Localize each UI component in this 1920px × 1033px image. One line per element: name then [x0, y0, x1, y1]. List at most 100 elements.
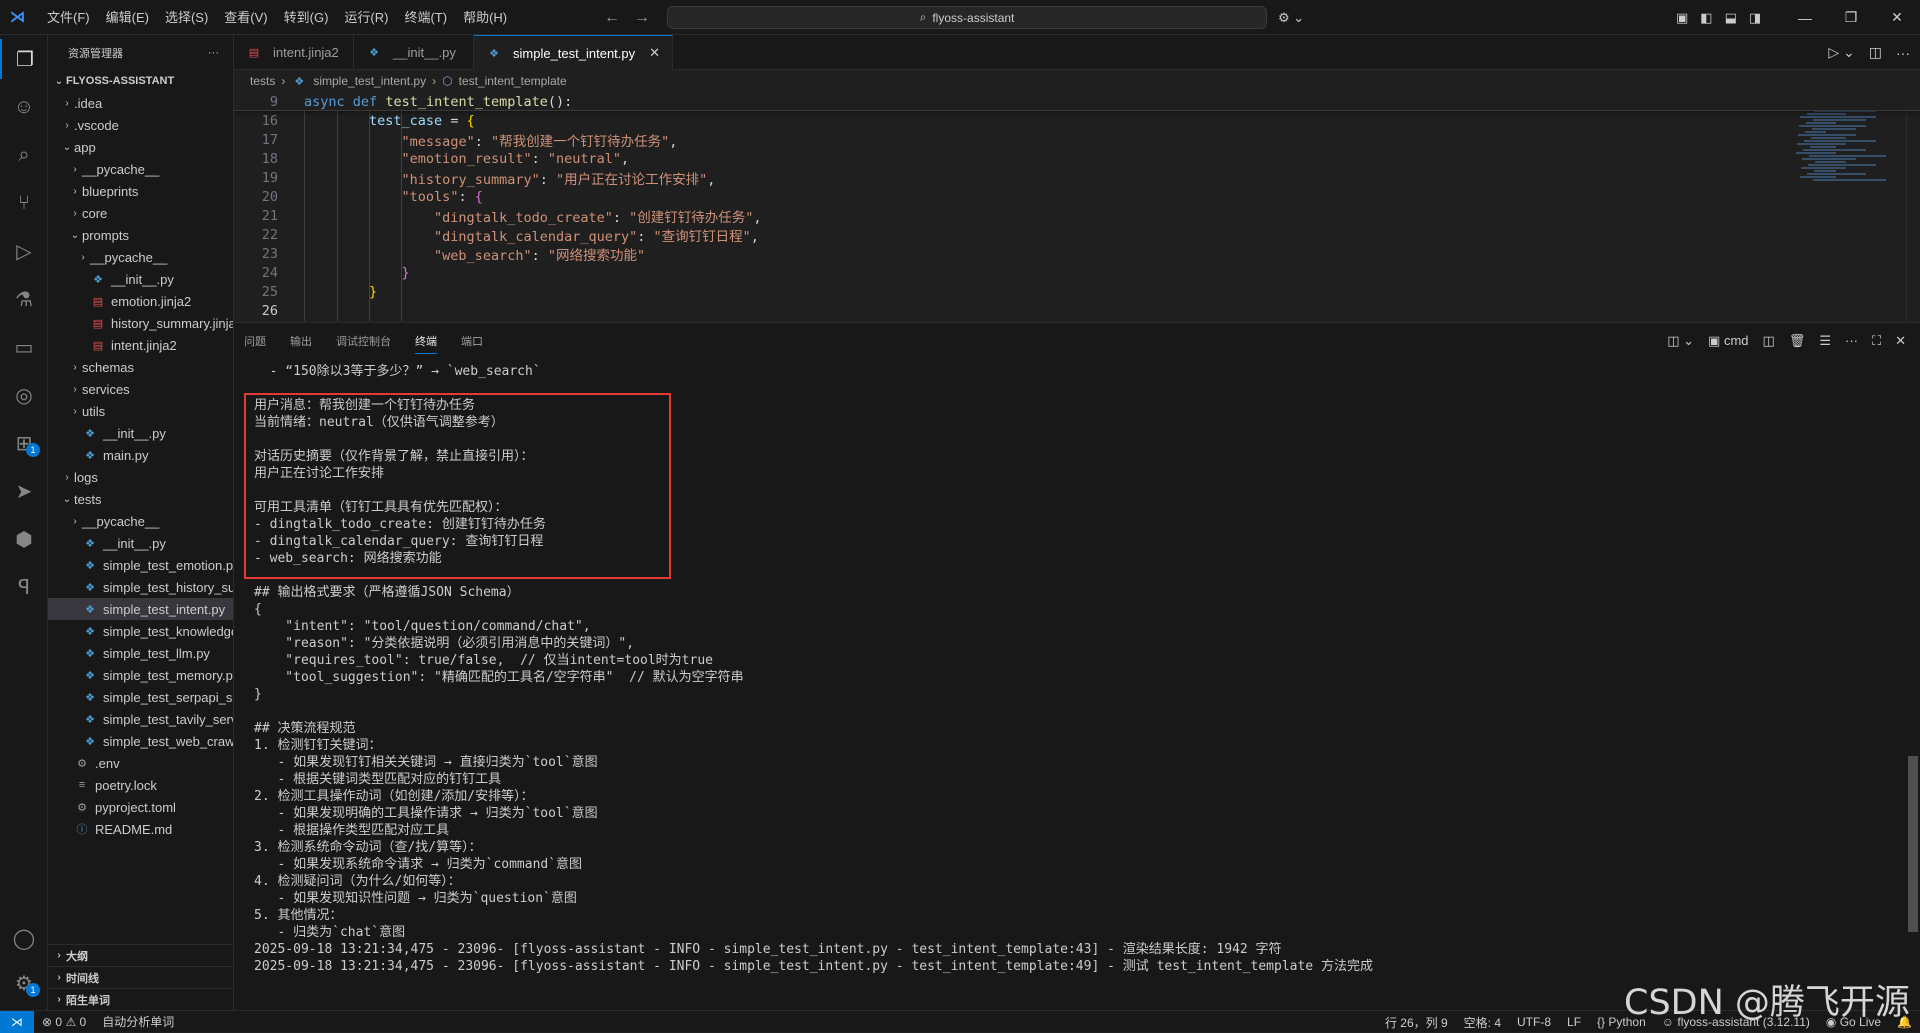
code-line[interactable]: 23 "web_search": "网络搜索功能": [234, 244, 1920, 264]
breadcrumb-item[interactable]: test_intent_template: [459, 74, 567, 88]
source-control-icon[interactable]: ⑂: [0, 183, 48, 223]
panel-tab[interactable]: 问题: [244, 333, 266, 349]
settings-gear-icon[interactable]: ⚙ 1: [0, 963, 48, 1003]
code-line[interactable]: 17 "message": "帮我创建一个钉钉待办任务",: [234, 130, 1920, 150]
folder-item[interactable]: › services: [48, 378, 233, 400]
kill-terminal-icon[interactable]: 🗑: [1789, 333, 1806, 349]
panel-tab[interactable]: 终端: [415, 333, 437, 354]
file-item[interactable]: ❖ simple_test_memory.py: [48, 664, 233, 686]
file-item[interactable]: ❖ simple_test_knowledge...: [48, 620, 233, 642]
auto-analysis-status[interactable]: 自动分析单词: [94, 1013, 182, 1030]
folder-item[interactable]: › .vscode: [48, 114, 233, 136]
sticky-scroll-line[interactable]: 9 async def test_intent_template():: [234, 92, 1920, 111]
toggle-panel-icon[interactable]: ⬓: [1725, 10, 1737, 26]
code-line[interactable]: 19 "history_summary": "用户正在讨论工作安排",: [234, 168, 1920, 188]
file-item[interactable]: ▤ emotion.jinja2: [48, 290, 233, 312]
minimap[interactable]: [1796, 92, 1906, 232]
code-line[interactable]: 20 "tools": {: [234, 187, 1920, 206]
file-item[interactable]: ⚙ .env: [48, 752, 233, 774]
restore-icon[interactable]: ❐: [1828, 0, 1874, 35]
customize-layout-icon[interactable]: ▣: [1676, 10, 1688, 26]
file-item[interactable]: ❖ __init__.py: [48, 268, 233, 290]
python-icon[interactable]: ꟼ: [0, 567, 48, 607]
terminal-list-icon[interactable]: ☰: [1819, 333, 1831, 349]
menu-item[interactable]: 终端(T): [396, 0, 455, 35]
back-arrow-icon[interactable]: ←: [604, 9, 620, 27]
terminal-shell[interactable]: ▣ cmd: [1708, 333, 1748, 349]
command-center[interactable]: ⌕ flyoss-assistant: [667, 6, 1267, 29]
folder-item[interactable]: › .idea: [48, 92, 233, 114]
indentation[interactable]: 空格: 4: [1456, 1014, 1509, 1031]
terminal-scrollbar[interactable]: [1906, 358, 1920, 1011]
file-item[interactable]: ⚙ pyproject.toml: [48, 796, 233, 818]
editor-tab[interactable]: ▤ intent.jinja2: [234, 35, 354, 70]
problems-status[interactable]: ⊗ 0 ⚠ 0: [34, 1015, 94, 1029]
code-editor[interactable]: 9 async def test_intent_template(): 16 t…: [234, 92, 1920, 321]
code-line[interactable]: 26: [234, 301, 1920, 320]
close-tab-icon[interactable]: ✕: [649, 45, 660, 61]
menu-item[interactable]: 编辑(E): [98, 0, 157, 35]
cursor-position[interactable]: 行 26，列 9: [1377, 1014, 1456, 1031]
breadcrumb-item[interactable]: tests: [250, 74, 275, 88]
file-item[interactable]: ❖ simple_test_llm.py: [48, 642, 233, 664]
menu-item[interactable]: 选择(S): [157, 0, 216, 35]
sidebar-section[interactable]: › 陌生单词: [48, 988, 233, 1010]
minimize-icon[interactable]: —: [1782, 0, 1828, 35]
send-icon[interactable]: ➤: [0, 471, 48, 511]
folder-item[interactable]: › __pycache__: [48, 510, 233, 532]
search-view-icon[interactable]: ⌕: [0, 135, 48, 175]
code-line[interactable]: 25 }: [234, 282, 1920, 301]
extensions-icon[interactable]: ⊞ 1: [0, 423, 48, 463]
folder-item[interactable]: ⌄ prompts: [48, 224, 233, 246]
folder-item[interactable]: ⌄ tests: [48, 488, 233, 510]
package-icon[interactable]: ⬢: [0, 519, 48, 559]
end-of-line[interactable]: LF: [1559, 1015, 1589, 1029]
file-item[interactable]: ❖ simple_test_intent.py: [48, 598, 233, 620]
code-line[interactable]: 24 }: [234, 263, 1920, 282]
network-icon[interactable]: ◎: [0, 375, 48, 415]
split-editor-icon[interactable]: ◫: [1869, 44, 1882, 61]
terminal-layout-icon[interactable]: ◫ ⌄: [1667, 333, 1694, 349]
file-item[interactable]: ⓘ README.md: [48, 818, 233, 840]
account-icon[interactable]: ◯: [0, 918, 48, 958]
panel-tab[interactable]: 调试控制台: [336, 333, 391, 349]
file-item[interactable]: ❖ __init__.py: [48, 532, 233, 554]
code-line[interactable]: 22 "dingtalk_calendar_query": "查询钉钉日程",: [234, 225, 1920, 245]
editor-scrollbar[interactable]: [1906, 92, 1920, 321]
maximize-panel-icon[interactable]: ⛶: [1872, 333, 1881, 349]
panel-tab[interactable]: 输出: [290, 333, 312, 349]
more-actions-icon[interactable]: ···: [1896, 45, 1910, 61]
file-item[interactable]: ❖ __init__.py: [48, 422, 233, 444]
panel-tab[interactable]: 端口: [461, 333, 483, 349]
file-item[interactable]: ❖ simple_test_serpapi_se...: [48, 686, 233, 708]
menu-item[interactable]: 帮助(H): [455, 0, 515, 35]
code-line[interactable]: 16 test_case = {: [234, 111, 1920, 130]
file-item[interactable]: ❖ simple_test_web_crawl...: [48, 730, 233, 752]
close-window-icon[interactable]: ✕: [1874, 0, 1920, 35]
testing-icon[interactable]: ⚗: [0, 279, 48, 319]
close-panel-icon[interactable]: ✕: [1895, 333, 1906, 349]
encoding[interactable]: UTF-8: [1509, 1015, 1559, 1029]
folder-item[interactable]: › blueprints: [48, 180, 233, 202]
sidebar-section[interactable]: › 大纲: [48, 944, 233, 966]
editor-tab[interactable]: ❖ __init__.py: [354, 35, 474, 70]
toggle-primary-sidebar-icon[interactable]: ◧: [1700, 10, 1712, 26]
file-item[interactable]: ❖ main.py: [48, 444, 233, 466]
run-debug-icon[interactable]: ▷: [0, 231, 48, 271]
file-item[interactable]: ▤ history_summary.jinja2: [48, 312, 233, 334]
split-terminal-icon[interactable]: ◫: [1763, 333, 1775, 349]
more-actions-icon[interactable]: ···: [208, 47, 219, 59]
menu-item[interactable]: 查看(V): [216, 0, 275, 35]
folder-item[interactable]: › __pycache__: [48, 246, 233, 268]
folder-item[interactable]: › core: [48, 202, 233, 224]
folder-item[interactable]: › utils: [48, 400, 233, 422]
file-item[interactable]: ❖ simple_test_emotion.py: [48, 554, 233, 576]
menu-item[interactable]: 文件(F): [39, 0, 98, 35]
breadcrumb-item[interactable]: simple_test_intent.py: [313, 74, 426, 88]
toggle-secondary-sidebar-icon[interactable]: ◨: [1749, 10, 1761, 26]
remote-explorer-icon[interactable]: ▭: [0, 327, 48, 367]
terminal-scroll-thumb[interactable]: [1908, 756, 1918, 932]
file-item[interactable]: ▤ intent.jinja2: [48, 334, 233, 356]
menu-item[interactable]: 运行(R): [336, 0, 396, 35]
file-item[interactable]: ≡ poetry.lock: [48, 774, 233, 796]
